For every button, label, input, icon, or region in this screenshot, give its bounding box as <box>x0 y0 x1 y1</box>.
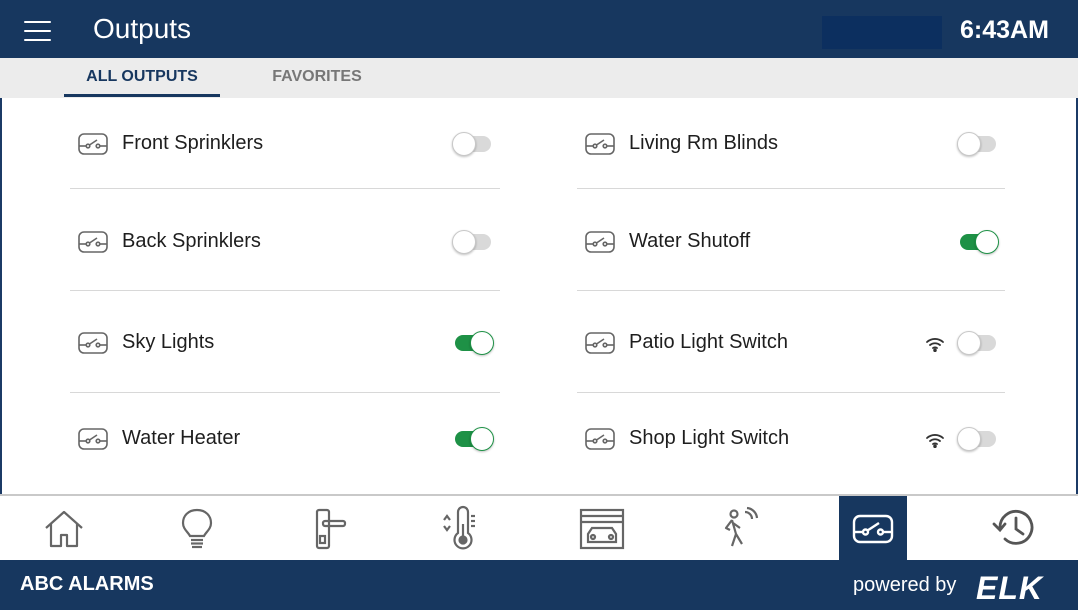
wireless-signal-icon <box>925 432 945 449</box>
output-switch-icon <box>78 428 108 450</box>
tab-all-outputs[interactable]: ALL OUTPUTS <box>64 68 220 86</box>
top-bar: Outputs 6:43AM <box>0 0 1078 58</box>
output-name: Patio Light Switch <box>629 330 788 353</box>
output-name: Front Sprinklers <box>122 131 264 154</box>
home-icon <box>45 510 83 548</box>
output-row[interactable]: Living Rm Blinds <box>577 98 1005 189</box>
output-row[interactable]: Patio Light Switch <box>577 292 1005 393</box>
toggle-knob <box>470 427 494 451</box>
output-row[interactable]: Front Sprinklers <box>70 98 500 189</box>
output-row[interactable]: Water Heater <box>70 390 500 488</box>
output-switch-icon <box>585 132 615 155</box>
toggle-knob <box>975 230 999 254</box>
tab-bar: ALL OUTPUTS FAVORITES <box>0 58 1078 98</box>
output-toggle[interactable] <box>452 131 494 157</box>
output-toggle[interactable] <box>452 330 494 356</box>
output-toggle[interactable] <box>957 229 999 255</box>
toggle-knob <box>452 131 476 156</box>
nav-climate[interactable] <box>427 496 495 560</box>
footer-bar: ABC ALARMS powered by ELK <box>0 560 1078 610</box>
garage-icon <box>579 508 625 550</box>
output-name: Shop Light Switch <box>629 427 790 449</box>
output-name: Living Rm Blinds <box>629 131 778 154</box>
door-lock-icon <box>315 508 347 550</box>
output-name: Back Sprinklers <box>122 230 261 252</box>
thermostat-icon <box>443 505 475 550</box>
row-divider <box>577 188 1005 189</box>
output-switch-icon <box>78 331 108 354</box>
output-row[interactable]: Sky Lights <box>70 292 500 393</box>
toggle-knob <box>452 230 476 254</box>
nav-history[interactable] <box>980 496 1048 560</box>
status-indicator <box>822 16 942 49</box>
clock: 6:43AM <box>960 16 1049 44</box>
outputs-switch-icon <box>852 514 894 544</box>
output-toggle[interactable] <box>452 229 494 255</box>
output-toggle[interactable] <box>957 330 999 356</box>
page-title: Outputs <box>93 13 192 44</box>
nav-garage[interactable] <box>568 496 636 560</box>
output-row[interactable]: Back Sprinklers <box>70 193 500 291</box>
row-divider <box>70 188 500 189</box>
row-divider <box>70 290 500 291</box>
nav-outputs[interactable] <box>839 496 907 560</box>
active-tab-indicator <box>64 94 220 97</box>
row-divider <box>577 290 1005 291</box>
nav-lighting[interactable] <box>163 496 231 560</box>
toggle-knob <box>470 330 494 355</box>
hamburger-menu-icon[interactable] <box>24 20 51 41</box>
tab-favorites[interactable]: FAVORITES <box>240 68 394 86</box>
output-switch-icon <box>585 331 615 354</box>
output-name: Water Heater <box>122 427 241 449</box>
elk-logo: ELK <box>976 570 1043 606</box>
output-switch-icon <box>585 231 615 253</box>
dealer-brand: ABC ALARMS <box>20 573 154 595</box>
nav-home[interactable] <box>30 496 98 560</box>
toggle-knob <box>957 427 981 451</box>
nav-motion[interactable] <box>702 496 770 560</box>
output-switch-icon <box>78 231 108 253</box>
toggle-knob <box>957 330 981 355</box>
output-toggle[interactable] <box>957 131 999 157</box>
output-name: Water Shutoff <box>629 230 751 252</box>
bottom-nav <box>0 496 1078 560</box>
nav-locks[interactable] <box>295 496 363 560</box>
output-name: Sky Lights <box>122 330 215 353</box>
history-icon <box>992 509 1034 545</box>
toggle-knob <box>957 131 981 156</box>
output-toggle[interactable] <box>452 426 494 452</box>
lightbulb-icon <box>181 508 213 549</box>
output-row[interactable]: Water Shutoff <box>577 193 1005 291</box>
output-switch-icon <box>78 132 108 155</box>
output-row[interactable]: Shop Light Switch <box>577 390 1005 488</box>
output-toggle[interactable] <box>957 426 999 452</box>
motion-sensor-icon <box>724 506 759 547</box>
powered-by-text: powered by <box>853 574 957 596</box>
wireless-signal-icon <box>925 336 945 352</box>
output-switch-icon <box>585 428 615 450</box>
